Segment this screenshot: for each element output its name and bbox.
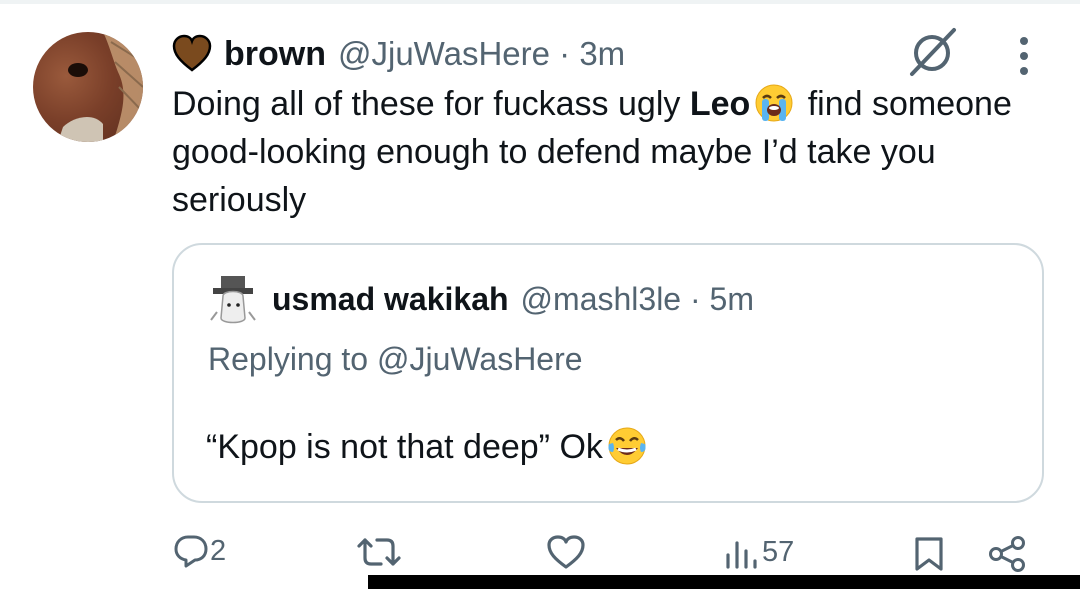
quote-meta-separator: · [689, 281, 701, 317]
author-handle[interactable]: @JjuWasHere [338, 35, 550, 72]
post-text-part1: Doing all of these for fuckass ugly [172, 85, 690, 123]
bookmark-icon [915, 537, 943, 571]
like-icon [547, 535, 585, 569]
quote-header: usmad wakikah @mashl3le · 5m [272, 281, 754, 318]
top-divider [0, 0, 1080, 4]
loudly-crying-face-icon [755, 84, 793, 122]
views-icon [726, 540, 757, 569]
face-with-tears-of-joy-icon [608, 427, 646, 465]
repost-icon [357, 538, 401, 566]
share-icon [989, 536, 1025, 572]
more-icon[interactable] [1012, 36, 1036, 76]
quote-author-name[interactable]: usmad wakikah [272, 281, 509, 318]
share-action[interactable] [988, 536, 1026, 572]
reply-icon [174, 535, 208, 568]
replying-to: Replying to @JjuWasHere [208, 341, 583, 378]
bookmark-action[interactable] [913, 536, 945, 572]
meta-separator: · [559, 35, 571, 72]
views-action[interactable]: 57 [724, 536, 794, 569]
quoted-post[interactable]: usmad wakikah @mashl3le · 5m Replying to… [172, 243, 1044, 503]
author-avatar[interactable] [33, 32, 143, 142]
quote-time[interactable]: 5m [710, 281, 754, 317]
replying-handle[interactable]: @JjuWasHere [377, 341, 583, 377]
quote-author-handle[interactable]: @mashl3le [521, 281, 682, 317]
quote-text: “Kpop is not that deep” Ok [206, 426, 651, 467]
reply-action[interactable]: 2 [174, 534, 226, 568]
grok-icon[interactable] [907, 26, 959, 78]
quote-author-avatar[interactable] [207, 272, 259, 328]
repost-action[interactable] [355, 536, 403, 568]
author-meta: @JjuWasHere · 3m [338, 35, 625, 73]
post-text-bold: Leo [689, 85, 751, 123]
brown-heart-icon [172, 34, 212, 72]
post-time[interactable]: 3m [579, 35, 625, 72]
bottom-edge-bar [368, 575, 1080, 589]
quote-text-content: “Kpop is not that deep” Ok [206, 428, 603, 466]
quote-author-meta: @mashl3le · 5m [521, 281, 754, 318]
like-action[interactable] [546, 534, 586, 570]
reply-count: 2 [210, 534, 227, 567]
post-text: Doing all of these for fuckass ugly Leo … [172, 80, 1062, 224]
views-count: 57 [762, 536, 795, 568]
action-bar: 2 57 [0, 530, 1080, 580]
post-header: brown @JjuWasHere · 3m [172, 31, 625, 77]
replying-prefix: Replying to [208, 341, 377, 377]
author-name[interactable]: brown [224, 35, 326, 74]
